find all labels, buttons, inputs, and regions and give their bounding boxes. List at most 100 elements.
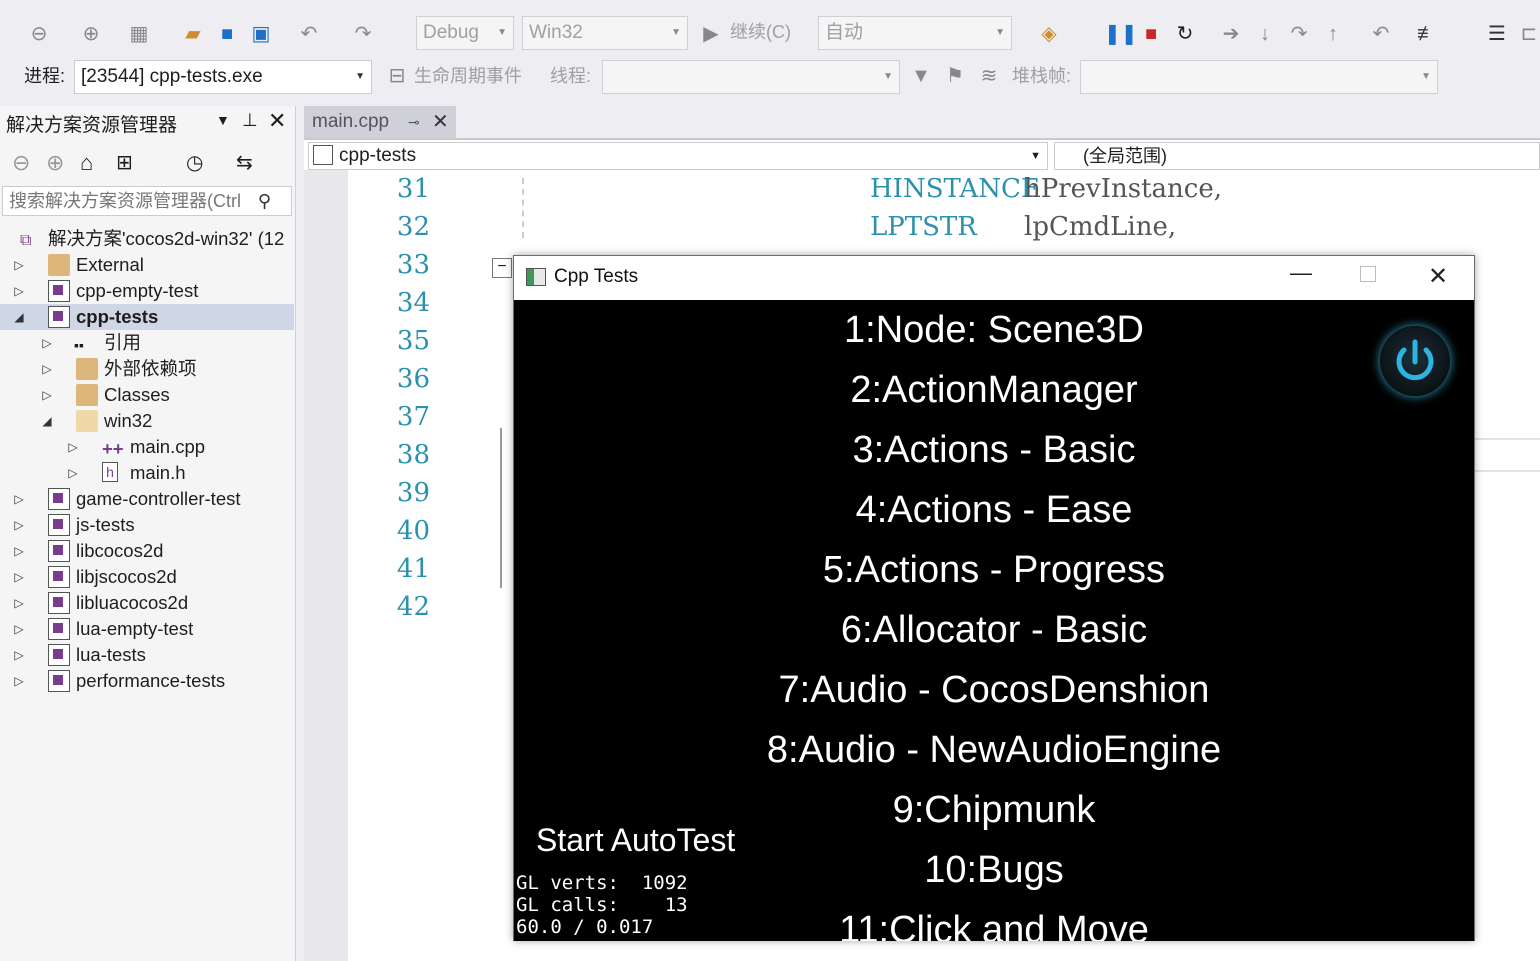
hex-display-icon[interactable]: ≢	[1414, 22, 1440, 46]
solution-search-input[interactable]: 搜索解决方案资源管理器(Ctrl ⚲	[2, 186, 292, 216]
auto-combo[interactable]: 自动 ▼	[818, 16, 1012, 50]
lifecycle-events-button[interactable]: 生命周期事件	[414, 60, 522, 92]
config-combo[interactable]: Debug ▼	[416, 16, 514, 50]
stack-icon[interactable]: ≋	[976, 64, 1002, 88]
thread-combo[interactable]: ▼	[602, 60, 900, 94]
forward-icon[interactable]: ⊕	[46, 150, 64, 176]
flag-icon[interactable]: ⚑	[942, 64, 968, 88]
project-icon	[48, 280, 70, 302]
tree-item-libjscocos2d[interactable]: ▷ libjscocos2d	[0, 564, 294, 590]
dropdown-icon[interactable]: ▼	[216, 112, 230, 128]
expand-icon[interactable]: ▷	[12, 564, 26, 590]
new-project-icon[interactable]: ▦	[126, 22, 152, 46]
close-icon[interactable]: ✕	[1428, 262, 1448, 291]
tree-item-performance-tests[interactable]: ▷ performance-tests	[0, 668, 294, 694]
close-icon[interactable]: ✕	[268, 108, 286, 134]
expand-icon[interactable]: ▷	[40, 382, 54, 408]
tree-item-main-h[interactable]: ▷ h main.h	[0, 460, 294, 486]
search-icon[interactable]: ⚲	[258, 187, 271, 215]
test-menu-item[interactable]: 5:Actions - Progress	[514, 548, 1474, 592]
test-menu-item[interactable]: 2:ActionManager	[514, 368, 1474, 412]
collapse-region-icon[interactable]: −	[492, 258, 512, 278]
power-button[interactable]	[1380, 326, 1450, 396]
test-menu-item[interactable]: 8:Audio - NewAudioEngine	[514, 728, 1474, 772]
pin-icon[interactable]: ⊥	[242, 110, 258, 131]
step-over-icon[interactable]: ↷	[1286, 22, 1312, 46]
tree-item-win32[interactable]: ◢ win32	[0, 408, 294, 434]
expand-icon[interactable]: ▷	[66, 460, 80, 486]
open-file-icon[interactable]: ▰	[180, 22, 206, 46]
save-all-icon[interactable]: ▣	[248, 22, 274, 46]
filter-icon[interactable]: ▼	[908, 64, 934, 88]
tree-item-cpp-tests[interactable]: ◢ cpp-tests	[0, 304, 294, 330]
expand-icon[interactable]: ▷	[40, 356, 54, 382]
expand-icon[interactable]: ▷	[12, 486, 26, 512]
expand-icon[interactable]: ▷	[12, 642, 26, 668]
tree-item-external[interactable]: ▷ External	[0, 252, 294, 278]
tree-item-lua-empty-test[interactable]: ▷ lua-empty-test	[0, 616, 294, 642]
collapse-icon[interactable]: ◢	[40, 408, 54, 434]
tree-item-libcocos2d[interactable]: ▷ libcocos2d	[0, 538, 294, 564]
game-canvas[interactable]: 1:Node: Scene3D 2:ActionManager 3:Action…	[514, 300, 1474, 941]
expand-icon[interactable]: ▷	[40, 330, 54, 356]
project-scope-combo[interactable]: cpp-tests ▼	[308, 142, 1048, 170]
expand-icon[interactable]: ▷	[12, 278, 26, 304]
platform-combo[interactable]: Win32 ▼	[522, 16, 688, 50]
test-menu-item[interactable]: 6:Allocator - Basic	[514, 608, 1474, 652]
test-menu-item[interactable]: 4:Actions - Ease	[514, 488, 1474, 532]
expand-icon[interactable]: ▷	[12, 512, 26, 538]
stop-icon[interactable]: ■	[1138, 22, 1164, 46]
test-menu-item[interactable]: 1:Node: Scene3D	[514, 308, 1474, 352]
tree-item-main-cpp[interactable]: ▷ ++ main.cpp	[0, 434, 294, 460]
tree-item-external-deps[interactable]: ▷ 外部依赖项	[0, 356, 294, 382]
pin-icon[interactable]: ⊸	[408, 106, 420, 138]
continue-button[interactable]: 继续(C)	[730, 16, 791, 48]
tree-item-lua-tests[interactable]: ▷ lua-tests	[0, 642, 294, 668]
pause-icon[interactable]: ❚❚	[1104, 22, 1138, 46]
maximize-icon[interactable]	[1360, 266, 1376, 282]
threads-icon[interactable]: ☰	[1484, 22, 1510, 46]
play-icon[interactable]: ▶	[698, 22, 724, 46]
expand-icon[interactable]: ▷	[12, 590, 26, 616]
expand-icon[interactable]: ▷	[12, 668, 26, 694]
start-autotest-button[interactable]: Start AutoTest	[536, 822, 735, 859]
step-back-icon[interactable]: ↶	[1368, 22, 1394, 46]
history-icon[interactable]: ◷	[186, 150, 203, 175]
tree-item-solution[interactable]: ⧉ 解决方案'cocos2d-win32' (12	[0, 226, 294, 252]
tab-main-cpp[interactable]: main.cpp ⊸ ✕	[304, 106, 456, 138]
lifecycle-icon[interactable]: ⊟	[384, 64, 410, 88]
tree-item-libluacocos2d[interactable]: ▷ libluacocos2d	[0, 590, 294, 616]
close-tab-icon[interactable]: ✕	[432, 106, 449, 138]
expand-icon[interactable]: ▷	[66, 434, 80, 460]
step-into-icon[interactable]: ↓	[1252, 22, 1278, 46]
expand-icon[interactable]: ▷	[12, 538, 26, 564]
back-icon[interactable]: ⊖	[12, 150, 30, 176]
forward-icon[interactable]: ⊕	[78, 22, 104, 46]
restart-icon[interactable]: ↻	[1172, 22, 1198, 46]
redo-icon[interactable]: ↷	[350, 22, 376, 46]
save-icon[interactable]: ■	[214, 22, 240, 46]
expand-icon[interactable]: ▷	[12, 616, 26, 642]
show-next-statement-icon[interactable]: ➔	[1218, 22, 1244, 46]
test-menu-item[interactable]: 3:Actions - Basic	[514, 428, 1474, 472]
test-menu-item[interactable]: 7:Audio - CocosDenshion	[514, 668, 1474, 712]
tree-item-references[interactable]: ▷ ▪▪ 引用	[0, 330, 294, 356]
stackframe-combo[interactable]: ▼	[1080, 60, 1438, 94]
process-combo[interactable]: [23544] cpp-tests.exe ▼	[74, 60, 372, 94]
undo-icon[interactable]: ↶	[296, 22, 322, 46]
collapse-icon[interactable]: ◢	[12, 304, 26, 330]
home-icon[interactable]: ⌂	[80, 150, 93, 176]
global-scope-combo[interactable]: (全局范围)	[1054, 142, 1540, 170]
tree-item-cpp-empty-test[interactable]: ▷ cpp-empty-test	[0, 278, 294, 304]
step-out-icon[interactable]: ↑	[1320, 22, 1346, 46]
minimize-icon[interactable]: —	[1290, 260, 1312, 286]
expand-icon[interactable]: ▷	[12, 252, 26, 278]
process-icon[interactable]: ◈	[1036, 22, 1062, 46]
switch-views-icon[interactable]: ⊞	[116, 150, 133, 175]
back-icon[interactable]: ⊖	[26, 22, 52, 46]
tree-item-js-tests[interactable]: ▷ js-tests	[0, 512, 294, 538]
tree-item-game-controller-test[interactable]: ▷ game-controller-test	[0, 486, 294, 512]
sync-icon[interactable]: ⇆	[236, 150, 253, 175]
tree-item-classes[interactable]: ▷ Classes	[0, 382, 294, 408]
overflow-icon[interactable]: ⊏	[1516, 22, 1540, 46]
